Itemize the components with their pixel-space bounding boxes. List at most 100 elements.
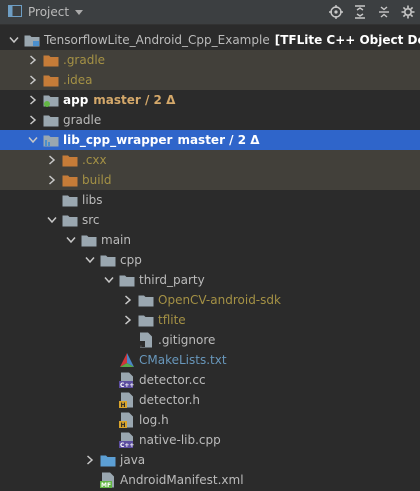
library-module-icon (43, 130, 59, 150)
tree-item-label: third_party (139, 273, 205, 287)
tree-row[interactable]: app master / 2 Δ (0, 90, 420, 110)
collapsed-arrow-icon[interactable] (27, 90, 39, 110)
svg-text:H: H (121, 422, 126, 428)
tree-row[interactable]: java (0, 450, 420, 470)
expanded-arrow-icon[interactable] (8, 30, 20, 50)
collapse-all-icon (379, 6, 389, 18)
expanded-arrow-icon[interactable] (65, 230, 77, 250)
project-toolbar: Project (0, 0, 420, 25)
crosshair-icon (329, 5, 343, 19)
collapse-all-button[interactable] (372, 0, 396, 24)
tree-row[interactable]: third_party (0, 270, 420, 290)
expand-all-button[interactable] (348, 0, 372, 24)
tree-item-label: native-lib.cpp (139, 433, 221, 447)
folder-icon (43, 110, 59, 130)
expanded-arrow-icon[interactable] (46, 210, 58, 230)
tree-row[interactable]: . .gitignore (0, 330, 420, 350)
tree-row[interactable]: tflite (0, 310, 420, 330)
collapsed-arrow-icon[interactable] (27, 110, 39, 130)
tree-row[interactable]: C++ detector.cc (0, 370, 420, 390)
project-view-selector[interactable]: Project (0, 4, 84, 20)
tree-item-label: libs (82, 193, 103, 207)
tree-row[interactable]: Hdetector.h (0, 390, 420, 410)
tree-row[interactable]: lib_cpp_wrapper master / 2 Δ (0, 130, 420, 150)
tree-item-label: app (63, 93, 89, 107)
tree-item-meta: [TFLite C++ Object Detect (274, 33, 420, 47)
gear-icon (401, 5, 415, 19)
project-folder-icon (24, 30, 40, 50)
tree-row[interactable]: build (0, 170, 420, 190)
expanded-arrow-icon[interactable] (27, 130, 39, 150)
app-module-icon (43, 90, 59, 110)
tree-row[interactable]: .gradle (0, 50, 420, 70)
tree-item-label: main (101, 233, 131, 247)
tree-row[interactable]: src (0, 210, 420, 230)
svg-text:H: H (121, 402, 126, 408)
tree-row[interactable]: TensorflowLite_Android_Cpp_Example [TFLit… (0, 30, 420, 50)
excluded-folder-icon (43, 70, 59, 90)
tree-row[interactable]: libs (0, 190, 420, 210)
tree-item-meta: master / 2 Δ (93, 93, 176, 107)
svg-text:C++: C++ (120, 442, 134, 448)
tree-item-label: src (82, 213, 100, 227)
tree-item-label: gradle (63, 113, 102, 127)
folder-icon (138, 310, 154, 330)
collapsed-arrow-icon[interactable] (27, 50, 39, 70)
locate-file-button[interactable] (324, 0, 348, 24)
header-file-icon: H (119, 410, 135, 430)
tree-row[interactable]: Hlog.h (0, 410, 420, 430)
svg-text:.: . (140, 342, 142, 349)
expanded-arrow-icon[interactable] (84, 250, 96, 270)
tree-row[interactable]: main (0, 230, 420, 250)
tree-row[interactable]: C++ native-lib.cpp (0, 430, 420, 450)
cpp-file-icon: C++ (119, 370, 135, 390)
svg-text:C++: C++ (120, 382, 134, 388)
tree-item-label: TensorflowLite_Android_Cpp_Example (44, 33, 270, 47)
expand-all-icon (355, 5, 365, 19)
tree-item-label: .gradle (63, 53, 106, 67)
cmake-icon (119, 350, 135, 370)
tree-item-label: detector.h (139, 393, 200, 407)
gitignore-file-icon: . (138, 330, 154, 350)
tree-item-label: .gitignore (158, 333, 216, 347)
tree-row[interactable]: .cxx (0, 150, 420, 170)
tree-item-label: .idea (63, 73, 93, 87)
folder-icon (138, 290, 154, 310)
project-tree[interactable]: TensorflowLite_Android_Cpp_Example [TFLit… (0, 26, 420, 491)
tree-row[interactable]: MF AndroidManifest.xml (0, 470, 420, 490)
folder-icon (100, 250, 116, 270)
cpp-file-icon: C++ (119, 430, 135, 450)
folder-icon (62, 210, 78, 230)
svg-text:MF: MF (101, 482, 111, 488)
collapsed-arrow-icon[interactable] (46, 150, 58, 170)
source-folder-icon (100, 450, 116, 470)
collapsed-arrow-icon[interactable] (84, 450, 96, 470)
collapsed-arrow-icon[interactable] (27, 70, 39, 90)
collapsed-arrow-icon[interactable] (122, 290, 134, 310)
tree-item-label: CMakeLists.txt (139, 353, 227, 367)
tree-row[interactable]: .idea (0, 70, 420, 90)
tree-item-label: .cxx (82, 153, 107, 167)
tree-item-label: log.h (139, 413, 169, 427)
expanded-arrow-icon[interactable] (103, 270, 115, 290)
header-file-icon: H (119, 390, 135, 410)
collapsed-arrow-icon[interactable] (122, 310, 134, 330)
collapsed-arrow-icon[interactable] (46, 170, 58, 190)
tree-item-label: OpenCV-android-sdk (158, 293, 281, 307)
tree-item-label: build (82, 173, 112, 187)
tree-row[interactable]: CMakeLists.txt (0, 350, 420, 370)
project-view-title: Project (28, 5, 70, 19)
tree-row[interactable]: OpenCV-android-sdk (0, 290, 420, 310)
tree-item-meta: master / 2 Δ (177, 133, 260, 147)
settings-button[interactable] (396, 0, 420, 24)
tree-row[interactable]: cpp (0, 250, 420, 270)
tree-row[interactable]: gradle (0, 110, 420, 130)
folder-icon (62, 190, 78, 210)
tree-item-label: detector.cc (139, 373, 206, 387)
